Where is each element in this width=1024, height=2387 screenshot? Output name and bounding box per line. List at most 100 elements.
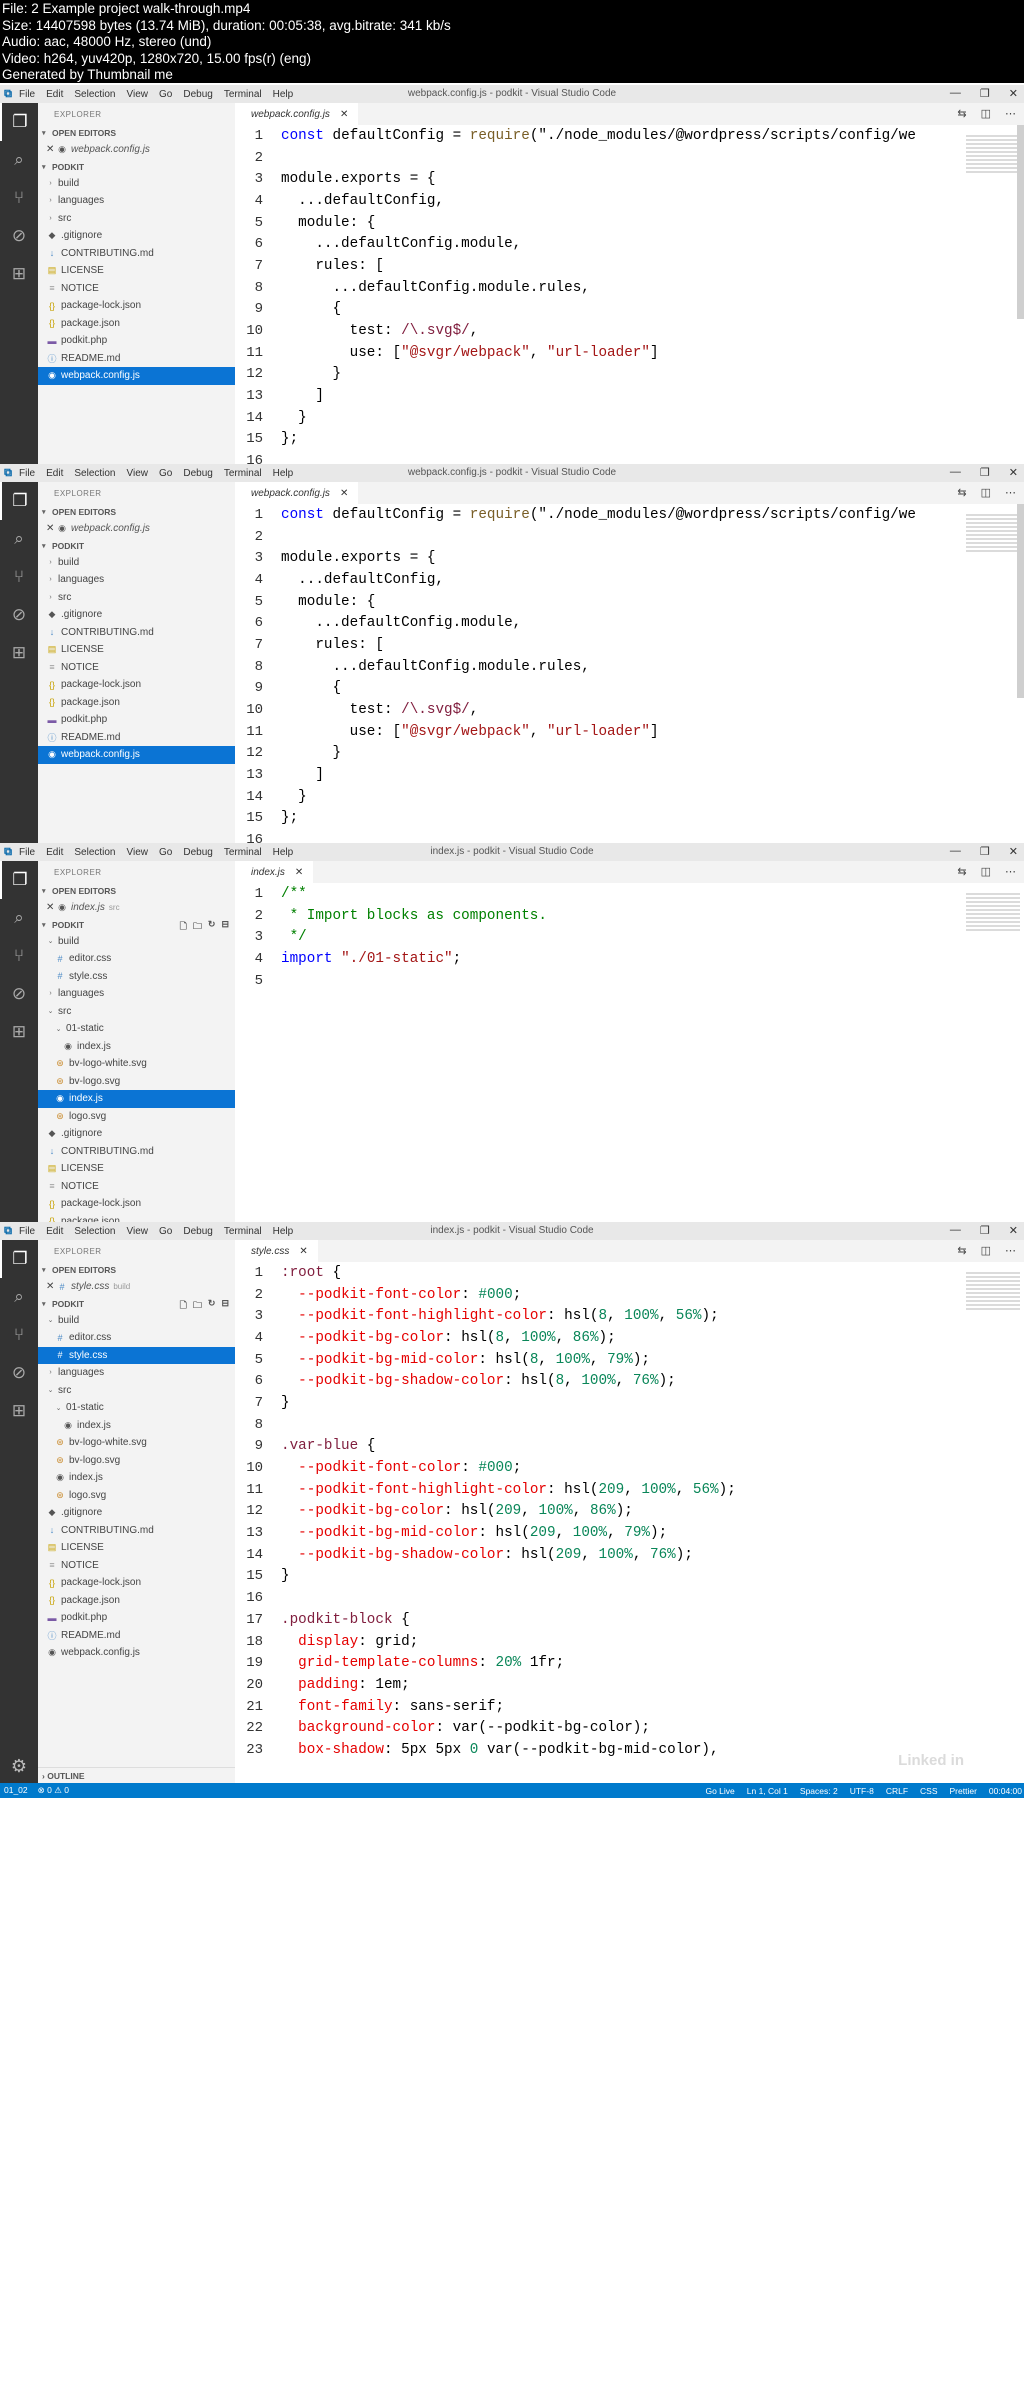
menu-item[interactable]: Selection (74, 468, 115, 479)
extensions-icon[interactable]: ⊞ (0, 1013, 38, 1051)
split-editor-icon[interactable]: ◫ (981, 107, 991, 120)
close-window-icon[interactable]: ✕ (1009, 87, 1018, 100)
menu-item[interactable]: File (19, 847, 35, 858)
tree-item[interactable]: ◆ .gitignore (38, 1125, 235, 1143)
menu-item[interactable]: Terminal (224, 468, 262, 479)
menu-item[interactable]: Selection (74, 1226, 115, 1237)
close-window-icon[interactable]: ✕ (1009, 466, 1018, 479)
status-item[interactable]: 00:04:00 (989, 1786, 1022, 1796)
tree-item[interactable]: ≡ NOTICE (38, 1557, 235, 1575)
project-header[interactable]: ▾ PODKIT 🗋 🗀 ↻ ⊟ (38, 917, 235, 933)
tree-item[interactable]: ↓ CONTRIBUTING.md (38, 1522, 235, 1540)
tree-item[interactable]: {} package.json (38, 315, 235, 333)
refresh-icon[interactable]: ↻ (208, 919, 216, 935)
menu-item[interactable]: File (19, 468, 35, 479)
open-editors-header[interactable]: ▾ OPEN EDITORS (38, 883, 235, 899)
source-control-icon[interactable]: ⑂ (0, 1316, 38, 1354)
open-editor-item[interactable]: ✕ ◉ index.js src (38, 899, 235, 917)
open-editors-header[interactable]: ▾ OPEN EDITORS (38, 504, 235, 520)
new-file-icon[interactable]: 🗋 (180, 1298, 187, 1314)
search-icon[interactable]: ⌕ (0, 520, 38, 558)
explorer-icon[interactable]: ❐ (0, 482, 38, 520)
minimize-icon[interactable]: — (950, 87, 961, 100)
tree-item[interactable]: ⊛ logo.svg (38, 1108, 235, 1126)
open-changes-icon[interactable]: ⇆ (957, 865, 966, 878)
project-header[interactable]: ▾ PODKIT 🗋 🗀 ↻ ⊟ (38, 1296, 235, 1312)
menu-item[interactable]: Debug (183, 847, 212, 858)
menu-item[interactable]: Help (273, 1226, 294, 1237)
tree-item[interactable]: › src (38, 589, 235, 607)
open-editors-header[interactable]: ▾ OPEN EDITORS (38, 125, 235, 141)
editor-tab[interactable]: index.js ✕ (235, 861, 314, 883)
tree-item[interactable]: ↓ CONTRIBUTING.md (38, 245, 235, 263)
editor-tab[interactable]: webpack.config.js ✕ (235, 482, 359, 504)
menu-item[interactable]: Selection (74, 89, 115, 100)
menu-item[interactable]: View (127, 468, 149, 479)
maximize-icon[interactable]: ❐ (980, 466, 990, 479)
split-editor-icon[interactable]: ◫ (981, 1244, 991, 1257)
tree-item[interactable]: ⓘ README.md (38, 350, 235, 368)
menu-item[interactable]: Go (159, 89, 172, 100)
status-item[interactable]: CSS (920, 1786, 937, 1796)
minimize-icon[interactable]: — (950, 845, 961, 858)
maximize-icon[interactable]: ❐ (980, 87, 990, 100)
close-icon[interactable]: ✕ (299, 1246, 307, 1257)
tree-item[interactable]: ⌄ build (38, 933, 235, 951)
tree-item[interactable]: # style.css (38, 1346, 235, 1364)
open-changes-icon[interactable]: ⇆ (957, 107, 966, 120)
extensions-icon[interactable]: ⊞ (0, 634, 38, 672)
menu-item[interactable]: Edit (46, 1226, 63, 1237)
close-icon[interactable]: ✕ (46, 144, 56, 155)
editor-tab[interactable]: style.css ✕ (235, 1240, 318, 1262)
close-icon[interactable]: ✕ (340, 109, 348, 120)
debug-icon[interactable]: ⊘ (0, 596, 38, 634)
menu-item[interactable]: View (127, 89, 149, 100)
new-folder-icon[interactable]: 🗀 (193, 919, 202, 935)
close-icon[interactable]: ✕ (46, 902, 56, 913)
tree-item[interactable]: ◆ .gitignore (38, 227, 235, 245)
close-icon[interactable]: ✕ (46, 1281, 56, 1292)
project-header[interactable]: ▾ PODKIT (38, 538, 235, 554)
status-item[interactable]: Spaces: 2 (800, 1786, 838, 1796)
tree-item[interactable]: ▤ LICENSE (38, 1539, 235, 1557)
refresh-icon[interactable]: ↻ (208, 1298, 216, 1314)
close-icon[interactable]: ✕ (46, 523, 56, 534)
status-item[interactable]: Go Live (705, 1786, 734, 1796)
outline-header[interactable]: › OUTLINE (38, 1767, 235, 1783)
menu-item[interactable]: Terminal (224, 847, 262, 858)
new-file-icon[interactable]: 🗋 (180, 919, 187, 935)
more-actions-icon[interactable]: ⋯ (1005, 865, 1016, 878)
menu-item[interactable]: View (127, 1226, 149, 1237)
minimize-icon[interactable]: — (950, 466, 961, 479)
split-editor-icon[interactable]: ◫ (981, 865, 991, 878)
menu-item[interactable]: Debug (183, 1226, 212, 1237)
menu-item[interactable]: Selection (74, 847, 115, 858)
menu-item[interactable]: Go (159, 1226, 172, 1237)
tree-item[interactable]: # style.css (38, 968, 235, 986)
open-editors-header[interactable]: ▾ OPEN EDITORS (38, 1262, 235, 1278)
tree-item[interactable]: › build (38, 175, 235, 193)
tree-item[interactable]: ⊛ bv-logo-white.svg (38, 1055, 235, 1073)
tree-item[interactable]: ◉ index.js (38, 1417, 235, 1435)
menu-item[interactable]: View (127, 847, 149, 858)
new-folder-icon[interactable]: 🗀 (193, 1298, 202, 1314)
split-editor-icon[interactable]: ◫ (981, 486, 991, 499)
tree-item[interactable]: › languages (38, 192, 235, 210)
more-actions-icon[interactable]: ⋯ (1005, 1244, 1016, 1257)
tree-item[interactable]: ⓘ README.md (38, 729, 235, 747)
explorer-icon[interactable]: ❐ (0, 1240, 38, 1278)
close-window-icon[interactable]: ✕ (1009, 845, 1018, 858)
open-editor-item[interactable]: ✕ ◉ webpack.config.js (38, 520, 235, 538)
vertical-scrollbar[interactable] (1017, 504, 1024, 698)
tree-item[interactable]: {} package.json (38, 1592, 235, 1610)
tree-item[interactable]: ⌄ 01-static (38, 1399, 235, 1417)
tree-item[interactable]: ⊛ bv-logo-white.svg (38, 1434, 235, 1452)
open-changes-icon[interactable]: ⇆ (957, 486, 966, 499)
tree-item[interactable]: {} package-lock.json (38, 676, 235, 694)
more-actions-icon[interactable]: ⋯ (1005, 486, 1016, 499)
search-icon[interactable]: ⌕ (0, 899, 38, 937)
menu-item[interactable]: Help (273, 847, 294, 858)
source-control-icon[interactable]: ⑂ (0, 179, 38, 217)
tree-item[interactable]: ◉ index.js (38, 1090, 235, 1108)
tree-item[interactable]: ▤ LICENSE (38, 262, 235, 280)
